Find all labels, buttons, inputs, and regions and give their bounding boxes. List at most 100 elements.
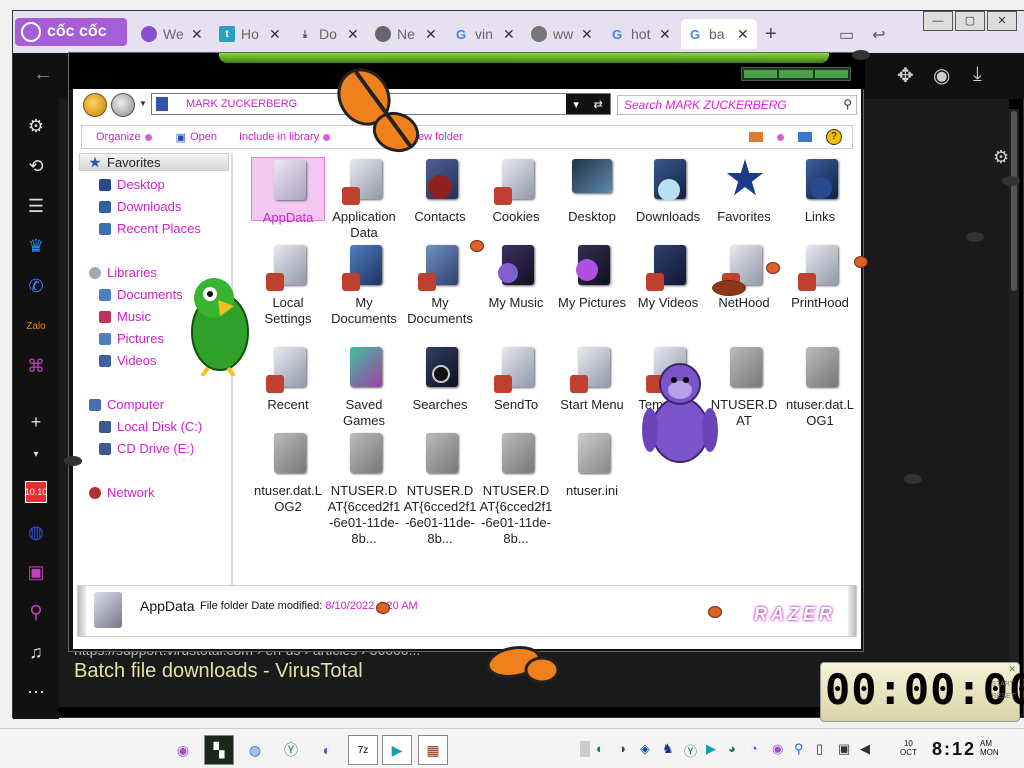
gift-icon[interactable]: ▣ [25, 561, 47, 583]
search-icon[interactable]: ⚲ [25, 601, 47, 623]
usb-icon[interactable]: ▯ [816, 741, 832, 757]
new-folder-button[interactable]: New folder [410, 131, 463, 143]
coccoc-taskbar-icon[interactable]: ◉ [168, 735, 198, 765]
messenger-icon[interactable]: ✆ [25, 275, 47, 297]
nav-cd-drive[interactable]: CD Drive (E:) [99, 441, 194, 456]
back-arrow-icon[interactable]: ← [33, 63, 53, 86]
scrollbar-thumb[interactable] [1011, 111, 1017, 291]
close-icon[interactable]: ✕ [503, 26, 515, 43]
cast-icon[interactable]: ▭ [839, 25, 854, 45]
refresh-icon[interactable]: ⇄ [593, 98, 602, 111]
tray-app-icon[interactable]: ◈ [640, 741, 656, 757]
tray-scroll-icon[interactable] [580, 741, 590, 757]
folder-item[interactable]: Templates [631, 345, 705, 413]
tab-7[interactable]: G hot ✕ [603, 19, 679, 49]
game-icon[interactable]: ⌘ [25, 355, 47, 377]
tray-app-icon[interactable]: Ⓨ [684, 741, 700, 759]
back-button[interactable] [83, 93, 107, 117]
open-button[interactable]: ▣ Open [176, 131, 217, 144]
close-icon[interactable]: ✕ [347, 26, 359, 43]
download-icon[interactable]: ⤓ [973, 63, 982, 86]
stopwatch-reset-button[interactable]: RESET [992, 691, 1015, 703]
close-window-button[interactable]: ✕ [987, 11, 1017, 31]
dropdown-icon[interactable] [777, 133, 784, 141]
nav-local-disk[interactable]: Local Disk (C:) [99, 419, 202, 434]
folder-item[interactable]: Local Settings [251, 243, 325, 327]
network-tray-icon[interactable]: ▣ [838, 741, 854, 757]
address-bar[interactable]: MARK ZUCKERBERG ▾ ⇄ [151, 93, 611, 115]
explorer-taskbar-icon[interactable]: ▚ [204, 735, 234, 765]
file-item[interactable]: ntuser.dat.LOG2 [251, 431, 325, 515]
nav-pictures[interactable]: Pictures [99, 331, 164, 346]
view-icon[interactable] [749, 132, 763, 142]
stopwatch-gadget[interactable]: 00:00:00 START RESET ✕ [820, 662, 1024, 722]
close-icon[interactable]: ✕ [191, 26, 203, 43]
back-nav-icon[interactable]: ↩ [872, 25, 885, 45]
tray-app-icon[interactable]: ♞ [662, 741, 678, 757]
help-icon[interactable]: ? [826, 129, 842, 145]
nav-desktop[interactable]: Desktop [99, 177, 165, 192]
tray-app-icon[interactable]: ◕ [728, 741, 744, 757]
folder-item[interactable]: Start Menu [555, 345, 629, 413]
maximize-button[interactable]: ▢ [955, 11, 985, 31]
folder-item[interactable]: My Music [479, 243, 553, 311]
include-library-button[interactable]: Include in library [239, 131, 331, 143]
search-box[interactable]: Search MARK ZUCKERBERG ⚲ [617, 95, 857, 115]
file-item[interactable]: NTUSER.DAT{6cced2f1-6e01-11de-8b... [403, 431, 477, 547]
crown-icon[interactable]: ♛ [25, 235, 47, 257]
tab-5[interactable]: G vin ✕ [447, 19, 523, 49]
settings-icon[interactable]: ⚙ [25, 115, 47, 137]
file-item[interactable]: ntuser.ini [555, 431, 629, 499]
bell-icon[interactable]: ♫ [25, 641, 47, 663]
folder-item[interactable]: Downloads [631, 157, 705, 225]
minimize-button[interactable]: — [923, 11, 953, 31]
folder-item[interactable]: Recent [251, 345, 325, 413]
folder-item[interactable]: PrintHood [783, 243, 857, 311]
folder-item[interactable]: Links [783, 157, 857, 225]
nav-downloads[interactable]: Downloads [99, 199, 181, 214]
folder-item[interactable]: Cookies [479, 157, 553, 225]
app-taskbar-icon[interactable]: ◐ [312, 735, 342, 765]
clock-date[interactable]: 10 OCT [900, 739, 917, 757]
tray-app-icon[interactable]: ◐ [596, 741, 612, 757]
search-icon[interactable]: ⚲ [843, 97, 852, 111]
tab-3[interactable]: ⤓ Do ✕ [291, 19, 367, 49]
app-taskbar-icon[interactable]: Ⓨ [276, 735, 306, 765]
file-item[interactable]: NTUSER.DAT{6cced2f1-6e01-11de-8b... [327, 431, 401, 547]
search-icon[interactable]: ⚲ [794, 741, 810, 757]
chevron-down-icon[interactable]: ▾ [25, 443, 47, 465]
add-icon[interactable]: + [25, 411, 47, 433]
folder-item[interactable]: My Pictures [555, 243, 629, 311]
folder-item[interactable]: My Documents [327, 243, 401, 327]
file-item[interactable]: NTUSER.DAT [707, 345, 781, 429]
nav-documents[interactable]: Documents [99, 287, 183, 302]
zalo-icon[interactable]: Zalo [25, 315, 47, 337]
gear-icon[interactable]: ⚙ [993, 147, 1009, 168]
close-icon[interactable]: ✕ [737, 26, 749, 43]
nav-network[interactable]: Network [89, 485, 155, 500]
folder-item[interactable]: SendTo [479, 345, 553, 413]
app-taskbar-icon[interactable]: ▦ [418, 735, 448, 765]
nav-libraries[interactable]: Libraries [89, 265, 157, 280]
stopwatch-start-button[interactable]: START [992, 679, 1015, 691]
nav-videos[interactable]: Videos [99, 353, 157, 368]
folder-item[interactable]: Favorites [707, 157, 781, 225]
forward-button[interactable] [111, 93, 135, 117]
nav-computer[interactable]: Computer [89, 397, 164, 412]
search-result-title[interactable]: Batch file downloads - VirusTotal [74, 660, 363, 683]
file-item[interactable]: ntuser.dat.LOG1 [783, 345, 857, 429]
browser-logo[interactable]: cốc cốc [15, 18, 127, 46]
nav-music[interactable]: Music [99, 309, 151, 324]
folder-item[interactable]: Searches [403, 345, 477, 413]
close-icon[interactable]: ✕ [425, 26, 437, 43]
folder-item[interactable]: Application Data [327, 157, 401, 241]
close-icon[interactable]: ✕ [659, 26, 671, 43]
page-scrollbar[interactable] [1009, 109, 1019, 709]
preview-pane-icon[interactable] [798, 132, 812, 142]
tray-app-icon[interactable]: ◔ [750, 741, 766, 757]
tab-4[interactable]: Ne ✕ [369, 19, 445, 49]
shield-icon[interactable]: ◍ [25, 521, 47, 543]
new-tab-button[interactable]: + [765, 23, 777, 46]
chevron-down-icon[interactable]: ▾ [573, 98, 579, 111]
tray-app-icon[interactable]: ▶ [706, 741, 722, 757]
